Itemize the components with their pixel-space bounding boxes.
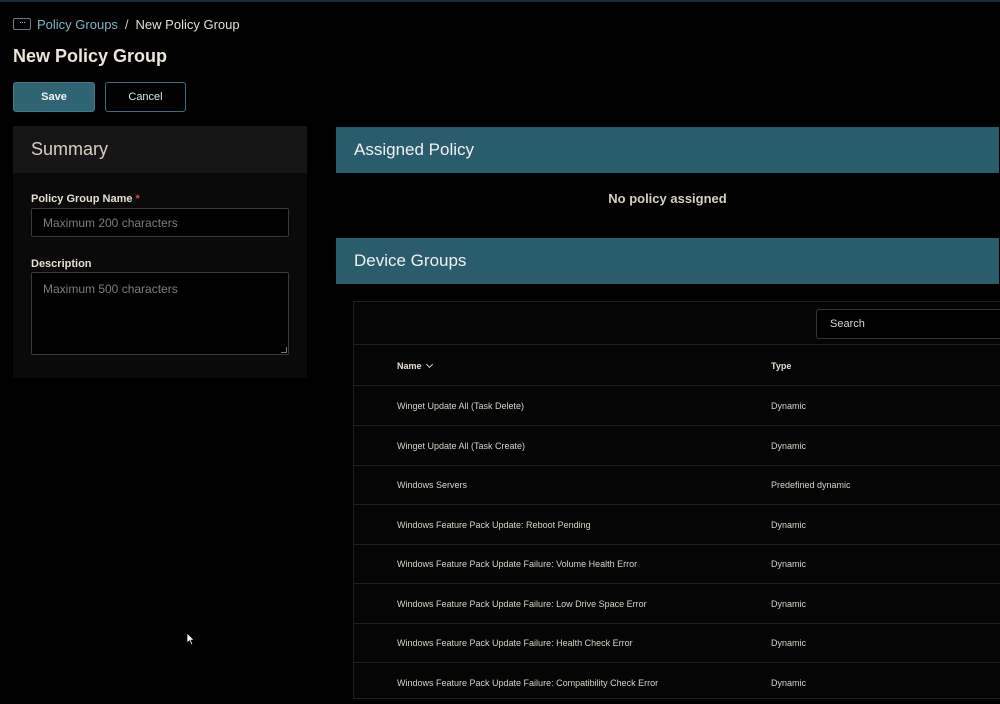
policy-group-name-label-text: Policy Group Name bbox=[31, 193, 133, 205]
table-row[interactable]: Winget Update All (Task Delete) Dynamic bbox=[354, 386, 1000, 426]
chevron-down-icon bbox=[425, 360, 433, 369]
row-name: Windows Feature Pack Update Failure: Com… bbox=[397, 677, 659, 688]
policy-group-name-label: Policy Group Name * bbox=[31, 193, 140, 205]
policy-group-name-input[interactable] bbox=[31, 208, 289, 237]
row-type: Dynamic bbox=[771, 558, 807, 569]
top-border bbox=[0, 0, 1000, 2]
assigned-policy-header: Assigned Policy bbox=[336, 127, 999, 173]
breadcrumb: ··· Policy Groups / New Policy Group bbox=[13, 15, 240, 33]
table-row[interactable]: Windows Feature Pack Update Failure: Hea… bbox=[354, 623, 1000, 663]
summary-title: Summary bbox=[13, 126, 307, 173]
no-policy-message: No policy assigned bbox=[608, 190, 727, 206]
row-name: Windows Servers bbox=[397, 479, 468, 490]
row-name: Windows Feature Pack Update Failure: Hea… bbox=[397, 637, 633, 648]
row-name: Windows Feature Pack Update: Reboot Pend… bbox=[397, 519, 591, 530]
table-row[interactable]: Windows Feature Pack Update Failure: Vol… bbox=[354, 544, 1000, 584]
row-type: Dynamic bbox=[771, 440, 807, 451]
table-row[interactable]: Windows Servers Predefined dynamic bbox=[354, 465, 1000, 505]
table-row[interactable]: Windows Feature Pack Update Failure: Low… bbox=[354, 584, 1000, 624]
table-row[interactable]: Windows Feature Pack Update: Reboot Pend… bbox=[354, 505, 1000, 545]
breadcrumb-policy-groups-link[interactable]: Policy Groups bbox=[37, 17, 118, 32]
row-name: Winget Update All (Task Delete) bbox=[397, 400, 525, 411]
description-wrapper bbox=[13, 272, 307, 355]
breadcrumb-separator: / bbox=[124, 16, 129, 32]
row-name: Winget Update All (Task Create) bbox=[397, 440, 526, 451]
row-type: Dynamic bbox=[771, 598, 807, 609]
search-input[interactable] bbox=[816, 309, 1000, 339]
row-type: Dynamic bbox=[771, 400, 807, 411]
page-title: New Policy Group bbox=[13, 46, 168, 66]
table-header-row: Name Type bbox=[354, 344, 1000, 386]
summary-card: Summary Policy Group Name * Description bbox=[13, 126, 307, 378]
cancel-button[interactable]: Cancel bbox=[105, 82, 186, 112]
row-type: Dynamic bbox=[771, 519, 807, 530]
column-header-type: Type bbox=[771, 361, 792, 371]
table-row[interactable]: Winget Update All (Task Create) Dynamic bbox=[354, 426, 1000, 466]
more-icon[interactable]: ··· bbox=[13, 18, 31, 30]
mouse-cursor-icon bbox=[186, 632, 196, 646]
row-name: Windows Feature Pack Update Failure: Vol… bbox=[397, 558, 638, 569]
row-name: Windows Feature Pack Update Failure: Low… bbox=[397, 598, 647, 609]
description-textarea[interactable] bbox=[31, 272, 289, 355]
device-groups-header: Device Groups bbox=[336, 238, 999, 284]
description-label: Description bbox=[31, 258, 92, 270]
row-type: Dynamic bbox=[771, 637, 807, 648]
row-type: Dynamic bbox=[771, 677, 807, 688]
breadcrumb-current: New Policy Group bbox=[135, 16, 240, 32]
device-groups-table: Name Type Winget Update All (Task Delete… bbox=[353, 301, 1000, 699]
row-type: Predefined dynamic bbox=[771, 479, 851, 490]
column-header-name[interactable]: Name bbox=[397, 345, 433, 387]
save-button[interactable]: Save bbox=[13, 82, 95, 112]
table-row[interactable]: Windows Feature Pack Update Failure: Com… bbox=[354, 663, 1000, 698]
required-mark: * bbox=[135, 193, 140, 205]
resize-handle-icon[interactable] bbox=[281, 347, 287, 353]
column-header-name-label: Name bbox=[397, 361, 422, 371]
